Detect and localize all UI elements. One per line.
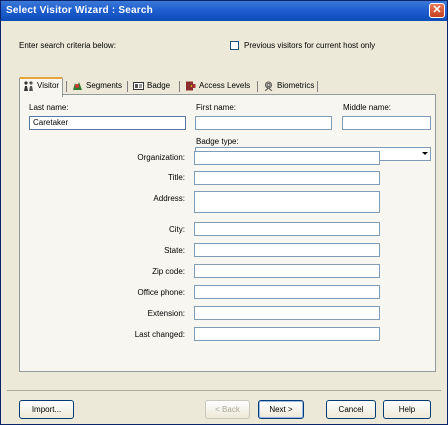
extension-label: Extension: bbox=[147, 309, 185, 318]
previous-visitors-label: Previous visitors for current host only bbox=[244, 41, 376, 50]
segments-icon bbox=[72, 81, 83, 91]
first-name-input[interactable] bbox=[195, 116, 332, 130]
help-button[interactable]: Help bbox=[383, 400, 431, 419]
tab-access-levels-label: Access Levels bbox=[199, 81, 251, 90]
instructions-text: Enter search criteria below: bbox=[19, 41, 116, 50]
tab-biometrics-label: Biometrics bbox=[277, 81, 315, 90]
title-label: Title: bbox=[167, 173, 185, 182]
city-label: City: bbox=[169, 225, 185, 234]
zip-code-input[interactable] bbox=[194, 264, 380, 278]
next-button[interactable]: Next > bbox=[258, 400, 304, 419]
back-button[interactable]: < Back bbox=[205, 400, 250, 419]
window-title: Select Visitor Wizard : Search bbox=[6, 5, 153, 16]
middle-name-label: Middle name: bbox=[343, 103, 392, 112]
organization-input[interactable] bbox=[194, 151, 380, 165]
city-input[interactable] bbox=[194, 222, 380, 236]
middle-name-input[interactable] bbox=[342, 116, 431, 130]
last-changed-input[interactable] bbox=[194, 327, 380, 341]
tab-biometrics[interactable]: Biometrics bbox=[260, 79, 317, 94]
badge-icon bbox=[133, 81, 144, 91]
office-phone-label: Office phone: bbox=[137, 288, 185, 297]
state-input[interactable] bbox=[194, 243, 380, 257]
state-label: State: bbox=[164, 246, 185, 255]
previous-visitors-checkbox[interactable] bbox=[230, 41, 239, 50]
biometrics-icon bbox=[263, 81, 274, 92]
wizard-window: Select Visitor Wizard : Search ✕ Enter s… bbox=[0, 0, 448, 425]
import-button[interactable]: Import... bbox=[19, 400, 74, 419]
first-name-label: First name: bbox=[196, 103, 237, 112]
door-icon bbox=[185, 81, 196, 91]
cancel-button[interactable]: Cancel bbox=[326, 400, 376, 419]
close-icon[interactable]: ✕ bbox=[429, 3, 445, 18]
tab-visitor-label: Visitor bbox=[37, 81, 60, 90]
tab-badge-label: Badge bbox=[147, 81, 171, 90]
chevron-down-icon[interactable] bbox=[419, 148, 430, 158]
address-input[interactable] bbox=[194, 191, 380, 213]
address-label: Address: bbox=[153, 194, 185, 203]
badge-type-label: Badge type: bbox=[196, 137, 239, 146]
organization-label: Organization: bbox=[137, 153, 185, 162]
office-phone-input[interactable] bbox=[194, 285, 380, 299]
zip-code-label: Zip code: bbox=[152, 267, 185, 276]
tab-badge[interactable]: Badge bbox=[130, 79, 173, 94]
visitor-icon bbox=[23, 81, 34, 92]
last-name-label: Last name: bbox=[29, 103, 69, 112]
last-changed-label: Last changed: bbox=[134, 330, 185, 339]
tab-segments[interactable]: Segments bbox=[69, 79, 125, 94]
tab-visitor[interactable]: Visitor bbox=[19, 77, 64, 97]
last-name-input[interactable]: Caretaker bbox=[29, 116, 186, 130]
tab-segments-label: Segments bbox=[86, 81, 123, 90]
extension-input[interactable] bbox=[194, 306, 380, 320]
title-bar: Select Visitor Wizard : Search ✕ bbox=[1, 1, 447, 21]
tab-access-levels[interactable]: Access Levels bbox=[182, 79, 253, 94]
title-input[interactable] bbox=[194, 171, 380, 185]
divider bbox=[7, 390, 441, 391]
